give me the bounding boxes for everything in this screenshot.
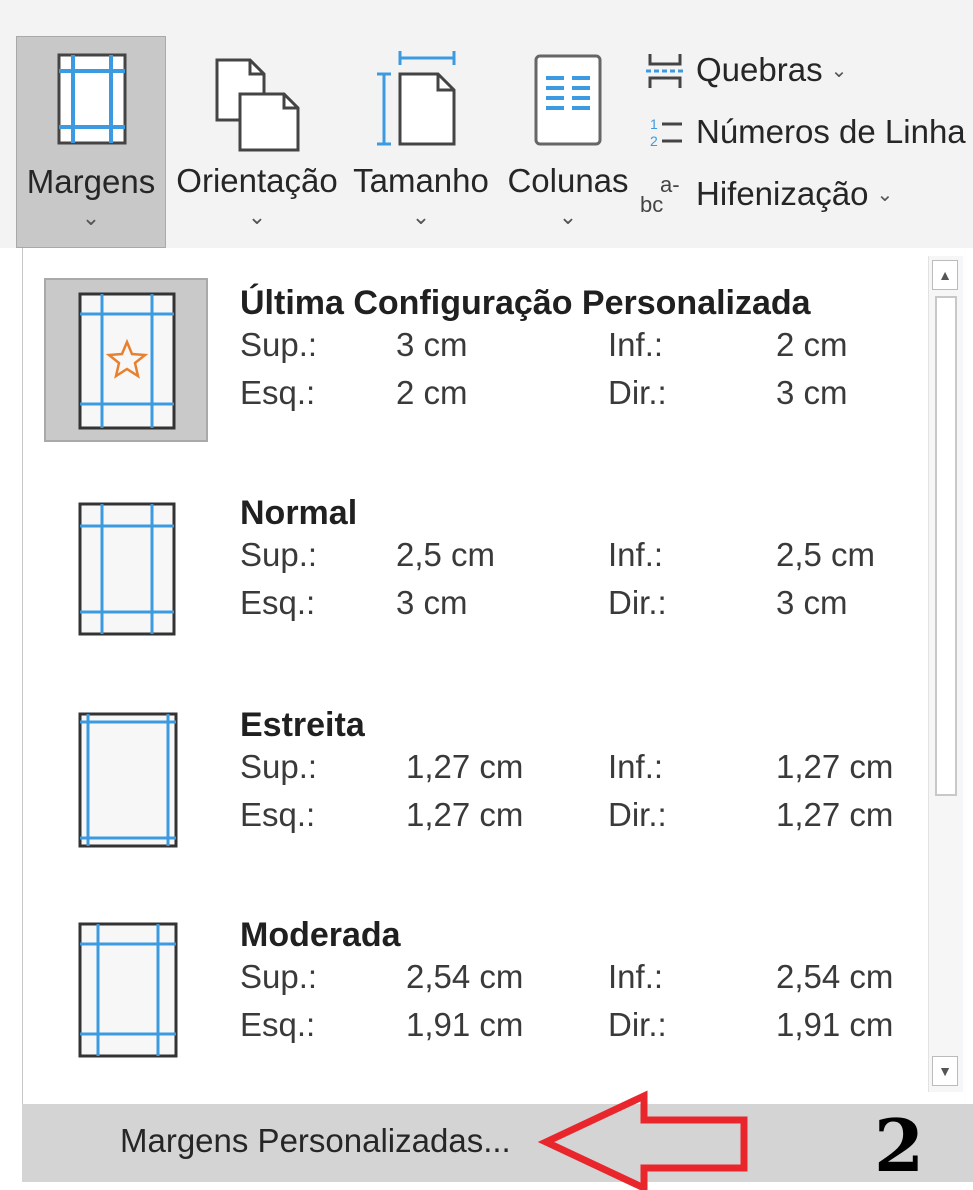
bottom-label: Inf.:: [608, 326, 664, 363]
right-value: 3 cm: [776, 584, 848, 621]
size-label: Tamanho: [353, 162, 489, 199]
columns-icon: [500, 46, 636, 156]
right-value: 1,27 cm: [776, 796, 894, 833]
hyphenation-button[interactable]: a- bc Hifenização ⌄: [640, 172, 894, 217]
right-label: Dir.:: [608, 374, 667, 411]
right-label: Dir.:: [608, 584, 667, 621]
left-value: 3 cm: [396, 584, 468, 621]
preset-title: Última Configuração Personalizada: [240, 284, 811, 322]
line-numbers-label: Números de Linha: [696, 113, 966, 150]
bottom-value: 2,5 cm: [776, 536, 876, 573]
layout-ribbon: Margens ⌄ Orientação ⌄ Tamanho ⌄ Colunas…: [0, 0, 973, 248]
left-label: Esq.:: [240, 796, 316, 833]
red-arrow-annotation: [537, 1090, 748, 1190]
left-value: 1,27 cm: [406, 796, 524, 833]
left-value: 2 cm: [396, 374, 468, 411]
top-value: 1,27 cm: [406, 748, 524, 785]
size-button[interactable]: Tamanho ⌄: [346, 36, 496, 248]
right-value: 3 cm: [776, 374, 848, 411]
left-label: Esq.:: [240, 374, 316, 411]
preset-title: Moderada: [240, 916, 401, 954]
preset-title: Normal: [240, 494, 358, 532]
chevron-down-icon: ⌄: [876, 183, 894, 206]
svg-text:2: 2: [650, 133, 658, 149]
top-value: 3 cm: [396, 326, 468, 363]
size-icon: [346, 46, 496, 156]
top-label: Sup.:: [240, 958, 318, 995]
preset-moderate[interactable]: Moderada Sup.: 2,54 cm Inf.: 2,54 cm Esq…: [40, 910, 920, 1110]
orientation-label: Orientação: [176, 162, 338, 199]
custom-margins-label: Margens Personalizadas...: [120, 1122, 511, 1159]
top-value: 2,5 cm: [396, 536, 496, 573]
right-label: Dir.:: [608, 796, 667, 833]
hyphenation-icon: a- bc: [640, 172, 690, 217]
scroll-up-icon[interactable]: ▲: [932, 260, 958, 290]
top-label: Sup.:: [240, 748, 318, 785]
bottom-label: Inf.:: [608, 748, 664, 785]
scrollbar-thumb[interactable]: [935, 296, 957, 796]
scrollbar[interactable]: ▲ ▼: [928, 256, 963, 1092]
breaks-label: Quebras: [696, 51, 823, 88]
breaks-icon: [640, 50, 690, 90]
preset-normal[interactable]: Normal Sup.: 2,5 cm Inf.: 2,5 cm Esq.: 3…: [40, 488, 920, 688]
bottom-value: 2,54 cm: [776, 958, 894, 995]
line-numbers-icon: 1 2: [640, 112, 690, 152]
step-number: 2: [874, 1103, 925, 1188]
columns-button[interactable]: Colunas ⌄: [500, 36, 636, 248]
orientation-icon: [172, 46, 342, 156]
top-label: Sup.:: [240, 326, 318, 363]
preset-last-custom[interactable]: Última Configuração Personalizada Sup.: …: [40, 278, 920, 478]
custom-margins-button[interactable]: Margens Personalizadas...: [22, 1104, 973, 1182]
bottom-label: Inf.:: [608, 958, 664, 995]
margins-label: Margens: [26, 163, 156, 200]
left-value: 1,91 cm: [406, 1006, 524, 1043]
scroll-down-icon[interactable]: ▼: [932, 1056, 958, 1086]
left-label: Esq.:: [240, 1006, 316, 1043]
preset-narrow[interactable]: Estreita Sup.: 1,27 cm Inf.: 1,27 cm Esq…: [40, 700, 920, 900]
margin-preview-icon: [44, 910, 208, 1074]
margin-preview-icon: [44, 700, 208, 864]
chevron-down-icon: ⌄: [81, 205, 101, 230]
right-label: Dir.:: [608, 1006, 667, 1043]
line-numbers-button[interactable]: 1 2 Números de Linha: [640, 112, 966, 152]
bottom-value: 1,27 cm: [776, 748, 894, 785]
hyphenation-label: Hifenização: [696, 175, 869, 212]
chevron-down-icon: ⌄: [558, 204, 578, 229]
bottom-value: 2 cm: [776, 326, 848, 363]
bottom-label: Inf.:: [608, 536, 664, 573]
margins-icon: [17, 47, 165, 157]
hyphen-bc-glyph: bc: [640, 192, 663, 214]
chevron-down-icon: ⌄: [830, 59, 848, 82]
top-value: 2,54 cm: [406, 958, 524, 995]
margins-button[interactable]: Margens ⌄: [16, 36, 166, 248]
left-label: Esq.:: [240, 584, 316, 621]
margin-preview-icon: [44, 278, 208, 442]
breaks-button[interactable]: Quebras ⌄: [640, 50, 847, 90]
columns-label: Colunas: [507, 162, 629, 199]
margin-preview-icon: [44, 488, 208, 652]
preset-title: Estreita: [240, 706, 365, 744]
chevron-down-icon: ⌄: [247, 204, 267, 229]
right-value: 1,91 cm: [776, 1006, 894, 1043]
svg-text:1: 1: [650, 116, 658, 132]
orientation-button[interactable]: Orientação ⌄: [172, 36, 342, 248]
top-label: Sup.:: [240, 536, 318, 573]
chevron-down-icon: ⌄: [411, 204, 431, 229]
